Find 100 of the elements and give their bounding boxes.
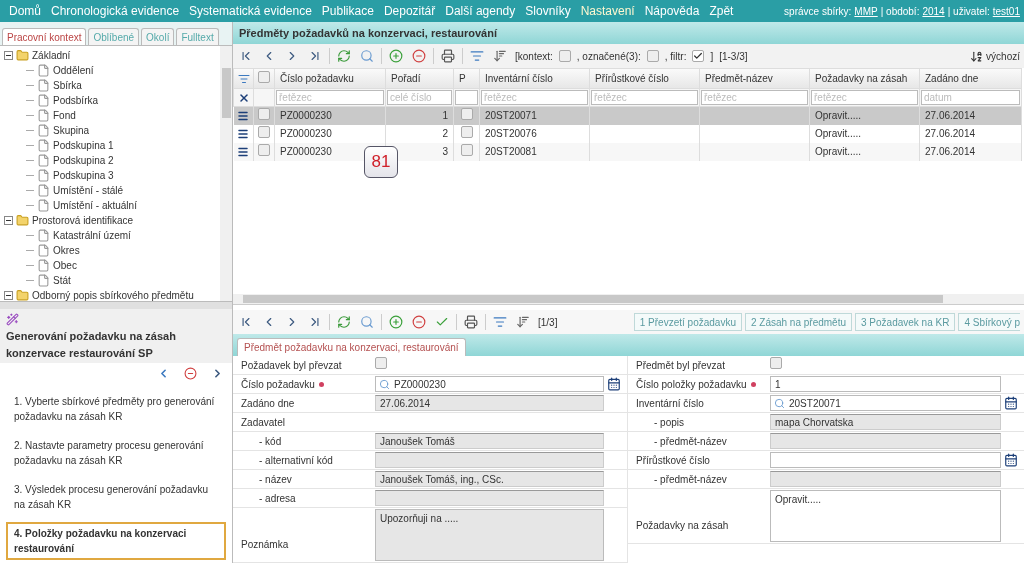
print-icon[interactable] — [462, 313, 480, 331]
tree-item[interactable]: Odborný popis sbírkového předmětu — [32, 288, 194, 301]
input-field[interactable]: 1 — [770, 376, 1001, 392]
text-area[interactable]: Upozorňuji na ..... — [375, 509, 604, 561]
filter-field[interactable]: řetězec — [276, 90, 384, 105]
picker-icon — [1004, 396, 1018, 410]
field-label: - název — [259, 472, 292, 487]
tree-item[interactable]: Podsbírka — [53, 93, 99, 108]
field-label: - popis — [654, 415, 684, 430]
checkbox[interactable] — [460, 143, 473, 156]
document-icon — [37, 94, 50, 107]
filter-field[interactable]: řetězec — [811, 90, 918, 105]
count-badge: 81 — [364, 146, 398, 178]
field-label: Zadáno dne — [241, 396, 295, 411]
scrollbar-thumb[interactable] — [221, 68, 231, 118]
filter-field[interactable]: datum — [921, 90, 1020, 105]
user-info-label: | uživatel: — [947, 4, 990, 19]
table-cell: 20ST20071 — [479, 106, 590, 125]
checkbox[interactable] — [258, 107, 270, 120]
tree-item[interactable]: Podskupina 1 — [53, 138, 114, 153]
horizontal-scrollbar[interactable] — [233, 294, 1024, 304]
lookup-field[interactable]: PZ0000230 — [375, 376, 604, 392]
tree-item[interactable]: Oddělení — [53, 63, 94, 78]
add-icon[interactable] — [387, 313, 405, 331]
tree-item[interactable]: Podskupina 2 — [53, 153, 114, 168]
tree-item[interactable]: Podskupina 3 — [53, 168, 114, 183]
wizard-step[interactable]: 3. Výsledek procesu generování požadavku na zásah KR — [6, 478, 226, 516]
tree-item[interactable]: Základní — [32, 48, 71, 63]
form-tab[interactable]: Předmět požadavku na konzervaci, restaurování — [237, 338, 466, 356]
checkbox[interactable] — [558, 50, 571, 62]
filter-field[interactable]: řetězec — [591, 90, 698, 105]
remove-icon[interactable] — [410, 313, 428, 331]
checkbox[interactable] — [258, 143, 270, 156]
column-header[interactable]: Požadavky na zásah — [809, 68, 920, 89]
filter-field[interactable]: celé číslo — [387, 90, 452, 105]
readonly-field: 27.06.2014 — [375, 395, 604, 411]
column-header[interactable]: Zadáno dne — [919, 68, 1022, 89]
table-cell: 27.06.2014 — [919, 142, 1022, 161]
input-field[interactable] — [770, 452, 1001, 468]
column-header[interactable]: Inventární číslo — [479, 68, 590, 89]
checkbox[interactable] — [460, 107, 473, 120]
tree-item[interactable]: Stát — [53, 273, 71, 288]
field-label: - alternativní kód — [259, 453, 333, 468]
filter-label: ] — [710, 49, 714, 64]
filter-field[interactable]: řetězec — [481, 90, 588, 105]
checkbox[interactable] — [258, 70, 270, 83]
sort-icon — [970, 49, 984, 63]
field-label: Požadavky na zásah — [636, 518, 729, 533]
checkbox[interactable] — [770, 357, 782, 369]
document-icon — [37, 184, 50, 197]
tree-item[interactable]: Sbírka — [53, 78, 82, 93]
readonly-field: Janoušek Tomáš — [375, 433, 604, 449]
collapse-icon[interactable] — [4, 291, 13, 300]
tree-item[interactable]: Prostorová identifikace — [32, 213, 134, 228]
print-icon[interactable] — [439, 47, 457, 65]
document-icon — [37, 64, 50, 77]
column-header[interactable]: Číslo požadavku — [274, 68, 386, 89]
tree-item[interactable]: Fond — [53, 108, 76, 123]
document-icon — [37, 199, 50, 212]
document-icon — [37, 259, 50, 272]
lookup-field[interactable]: 20ST20071 — [770, 395, 1001, 411]
checkbox[interactable] — [375, 357, 387, 369]
checkbox[interactable] — [258, 125, 270, 138]
scrollbar[interactable] — [220, 46, 232, 301]
collapse-icon[interactable] — [4, 51, 13, 60]
tree-item[interactable]: Umístění - stálé — [53, 183, 124, 198]
row-menu-icon — [237, 109, 250, 122]
checkbox[interactable] — [692, 50, 705, 62]
readonly-field: mapa Chorvatska — [770, 414, 1001, 430]
tree-item[interactable]: Obec — [53, 258, 77, 273]
remove-icon[interactable] — [410, 47, 428, 65]
document-icon — [37, 244, 50, 257]
tree-item[interactable]: Okres — [53, 243, 80, 258]
column-header[interactable]: Předmět-název — [699, 68, 810, 89]
tree-item[interactable]: Katastrální území — [53, 228, 131, 243]
panel-tab[interactable]: Pracovní kontext — [2, 28, 87, 45]
field-label: Číslo položky požadavku — [636, 377, 747, 392]
search-icon[interactable] — [358, 47, 376, 65]
wizard-step[interactable]: 1. Vyberte sbírkové předměty pro generování požadavku na zásah KR — [6, 390, 226, 428]
search-icon[interactable] — [358, 313, 376, 331]
collapse-icon[interactable] — [4, 216, 13, 225]
refresh-icon[interactable] — [335, 313, 353, 331]
text-area[interactable]: Opravit..... — [770, 490, 1001, 542]
column-header[interactable]: Pořadí — [385, 68, 454, 89]
table-cell: 27.06.2014 — [919, 106, 1022, 125]
cancel-icon[interactable] — [184, 367, 197, 380]
refresh-icon[interactable] — [335, 47, 353, 65]
checkbox[interactable] — [646, 50, 659, 62]
field-label: Číslo požadavku — [241, 377, 315, 392]
add-icon[interactable] — [387, 47, 405, 65]
filter-field[interactable]: řetězec — [701, 90, 808, 105]
tree-item[interactable]: Umístění - aktuální — [53, 198, 137, 213]
column-header[interactable]: P — [453, 68, 480, 89]
column-header[interactable]: Přírůstkové číslo — [589, 68, 700, 89]
tree-item[interactable]: Skupina — [53, 123, 90, 138]
table-cell: 1 — [385, 106, 454, 125]
filter-field[interactable] — [455, 90, 478, 105]
wizard-step[interactable]: 2. Nastavte parametry procesu generování požadavku na zásah KR — [6, 434, 226, 472]
wizard-step[interactable]: 4. Položky požadavku na konzervaci restaurování — [6, 522, 226, 560]
checkbox[interactable] — [460, 125, 473, 138]
